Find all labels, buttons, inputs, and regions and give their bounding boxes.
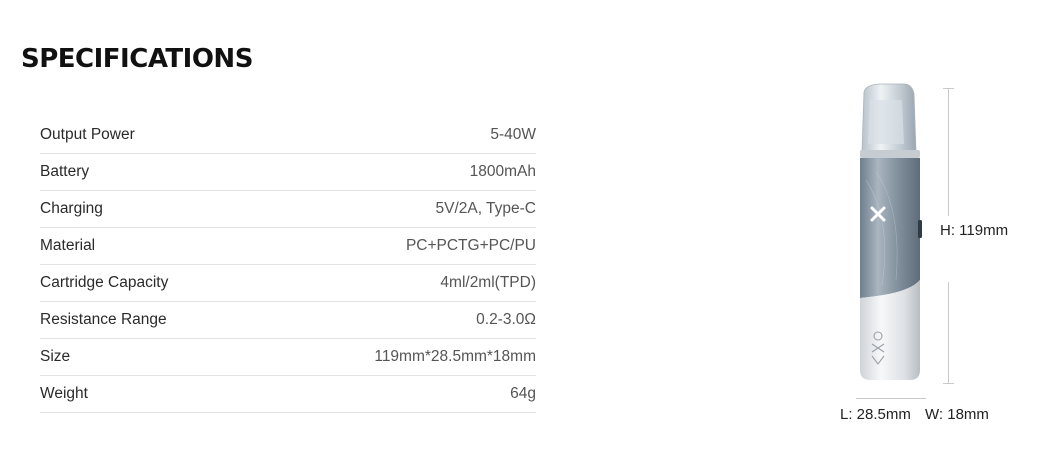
- table-row: Charging 5V/2A, Type-C: [40, 190, 536, 228]
- spec-label-battery: Battery: [40, 153, 260, 191]
- spec-value-battery: 1800mAh: [259, 153, 536, 191]
- length-label: L: 28.5mm: [840, 406, 911, 423]
- width-label: W: 18mm: [925, 406, 989, 423]
- specifications-table: Output Power 5-40W Battery 1800mAh Charg…: [40, 117, 536, 413]
- table-row: Material PC+PCTG+PC/PU: [40, 227, 536, 265]
- spec-label-output-power: Output Power: [40, 117, 260, 154]
- spec-value-material: PC+PCTG+PC/PU: [259, 227, 536, 265]
- table-row: Weight 64g: [40, 375, 536, 413]
- table-row: Cartridge Capacity 4ml/2ml(TPD): [40, 264, 536, 302]
- spec-value-size: 119mm*28.5mm*18mm: [259, 338, 536, 376]
- spec-value-output-power: 5-40W: [259, 117, 536, 154]
- spec-label-weight: Weight: [40, 375, 260, 413]
- table-row: Battery 1800mAh: [40, 153, 536, 191]
- height-dimension-line-bottom: [948, 282, 949, 384]
- spec-label-size: Size: [40, 338, 260, 376]
- table-row: Output Power 5-40W: [40, 117, 536, 154]
- spec-label-resistance-range: Resistance Range: [40, 301, 260, 339]
- spec-value-weight: 64g: [259, 375, 536, 413]
- page-title: SPECIFICATIONS: [21, 44, 253, 74]
- height-tick-bottom: [943, 383, 954, 384]
- vape-device-image: [860, 83, 922, 380]
- spec-value-resistance-range: 0.2-3.0Ω: [259, 301, 536, 339]
- height-tick-top: [943, 88, 954, 89]
- table-row: Resistance Range 0.2-3.0Ω: [40, 301, 536, 339]
- length-dimension-line: [856, 398, 926, 399]
- spec-label-material: Material: [40, 227, 260, 265]
- height-dimension-line-top: [948, 88, 949, 216]
- spec-label-cartridge-capacity: Cartridge Capacity: [40, 264, 260, 302]
- table-row: Size 119mm*28.5mm*18mm: [40, 338, 536, 376]
- height-label: H: 119mm: [940, 222, 1009, 239]
- spec-value-cartridge-capacity: 4ml/2ml(TPD): [259, 264, 536, 302]
- spec-value-charging: 5V/2A, Type-C: [259, 190, 536, 228]
- spec-label-charging: Charging: [40, 190, 260, 228]
